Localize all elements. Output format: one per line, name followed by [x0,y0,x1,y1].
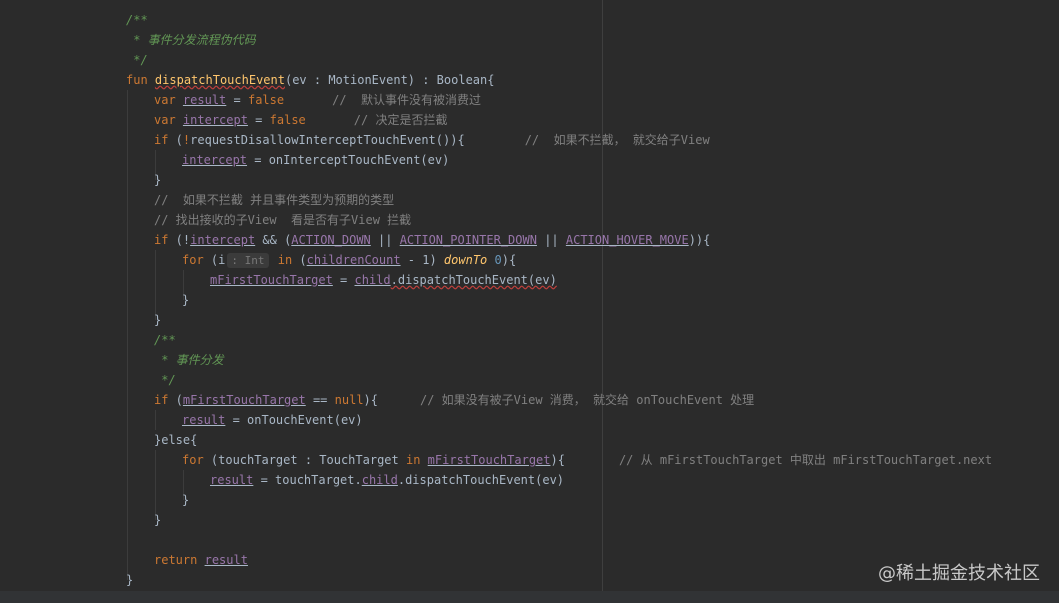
if-keyword: if [154,393,169,407]
code-line[interactable]: if (!intercept && (ACTION_DOWN || ACTION… [0,230,710,250]
return-keyword: return [154,553,198,567]
doc-comment-open: /** [126,13,148,27]
code-line[interactable]: }else{ [0,430,197,450]
watermark: @稀土掘金技术社区 [878,563,1040,584]
result-variable[interactable]: result [183,93,226,107]
code-line[interactable]: for (touchTarget : TouchTarget in mFirst… [0,450,992,470]
code-line[interactable]: } [0,290,189,310]
request-disallow-call[interactable]: requestDisallowInterceptTouchEvent()){ [190,133,465,147]
doc-comment-close: */ [126,53,148,67]
var-keyword: var [154,93,176,107]
for-keyword: for [182,453,204,467]
child-variable[interactable]: child [355,273,391,287]
code-editor[interactable]: /** * 事件分发流程伪代码 */ fun dispatchTouchEven… [0,0,1059,603]
function-params: (ev : MotionEvent) : Boolean{ [284,73,495,87]
code-line[interactable]: mFirstTouchTarget = child.dispatchTouchE… [0,270,557,290]
code-line[interactable]: var result = false// 默认事件没有被消费过 [0,90,481,110]
comment: // 如果不拦截 并且事件类型为预期的类型 [154,193,395,207]
intercept-variable[interactable]: intercept [183,113,248,127]
editor-bottom-strip [0,591,1059,603]
result-variable[interactable]: result [205,553,248,567]
code-line[interactable]: */ [0,50,148,70]
right-margin-guide [602,0,603,603]
code-line[interactable]: if (mFirstTouchTarget == null){// 如果没有被子… [0,390,754,410]
comment: // 从 mFirstTouchTarget 中取出 mFirstTouchTa… [618,453,993,467]
m-first-touch-target[interactable]: mFirstTouchTarget [428,453,551,467]
if-keyword: if [154,133,169,147]
code-line[interactable]: } [0,310,161,330]
code-line[interactable]: // 如果不拦截 并且事件类型为预期的类型 [0,190,394,210]
in-keyword: in [270,253,300,267]
code-line[interactable]: var intercept = false// 决定是否拦截 [0,110,447,130]
code-line[interactable]: * 事件分发 [0,350,224,370]
comment: // 如果不拦截， 就交给子View [524,133,710,147]
type-hint: : Int [227,253,269,268]
code-line[interactable]: */ [0,370,176,390]
code-line[interactable]: for (i: Int in (childrenCount - 1) downT… [0,250,516,270]
comment: // 决定是否拦截 [353,113,448,127]
action-down-constant[interactable]: ACTION_DOWN [291,233,370,247]
comment: // 如果没有被子View 消费， 就交给 onTouchEvent 处理 [420,393,755,407]
down-to-function[interactable]: downTo [444,253,487,267]
in-keyword: in [405,453,421,467]
code-line[interactable]: result = onTouchEvent(ev) [0,410,363,430]
action-pointer-down-constant[interactable]: ACTION_POINTER_DOWN [400,233,537,247]
code-line[interactable]: intercept = onInterceptTouchEvent(ev) [0,150,449,170]
comment: // 默认事件没有被消费过 [332,93,481,107]
action-hover-move-constant[interactable]: ACTION_HOVER_MOVE [566,233,689,247]
null-keyword: null [334,393,364,407]
if-keyword: if [154,233,169,247]
for-keyword: for [182,253,204,267]
m-first-touch-target[interactable]: mFirstTouchTarget [183,393,306,407]
code-line[interactable]: fun dispatchTouchEvent(ev : MotionEvent)… [0,70,494,90]
code-line[interactable]: * 事件分发流程伪代码 [0,30,256,50]
code-line[interactable]: /** [0,330,176,350]
result-variable[interactable]: result [210,473,253,487]
intercept-variable[interactable]: intercept [182,153,247,167]
child-variable[interactable]: child [362,473,398,487]
code-line[interactable]: return result [0,550,248,570]
doc-comment-text: * 事件分发 [154,353,224,367]
false-keyword: false [269,113,306,127]
function-name[interactable]: dispatchTouchEvent [155,73,285,87]
var-keyword: var [154,113,176,127]
code-line[interactable]: // 找出接收的子View 看是否有子View 拦截 [0,210,411,230]
doc-comment-text: * 事件分发流程伪代码 [126,33,256,47]
code-line[interactable]: } [0,510,161,530]
doc-comment-open: /** [154,333,176,347]
comment: // 找出接收的子View 看是否有子View 拦截 [154,213,412,227]
code-line[interactable]: /** [0,10,148,30]
code-line[interactable]: result = touchTarget.child.dispatchTouch… [0,470,564,490]
false-keyword: false [247,93,285,107]
code-line[interactable]: } [0,570,133,590]
intercept-variable[interactable]: intercept [190,233,255,247]
code-line[interactable]: } [0,170,161,190]
fun-keyword: fun [126,73,148,87]
number-literal: 0 [494,253,502,267]
result-variable[interactable]: result [182,413,225,427]
doc-comment-close: */ [154,373,176,387]
code-line[interactable]: if (!requestDisallowInterceptTouchEvent(… [0,130,710,150]
dispatch-call[interactable]: .dispatchTouchEvent(ev) [391,273,557,287]
m-first-touch-target[interactable]: mFirstTouchTarget [210,273,333,287]
code-line[interactable]: } [0,490,189,510]
children-count[interactable]: childrenCount [307,253,401,267]
